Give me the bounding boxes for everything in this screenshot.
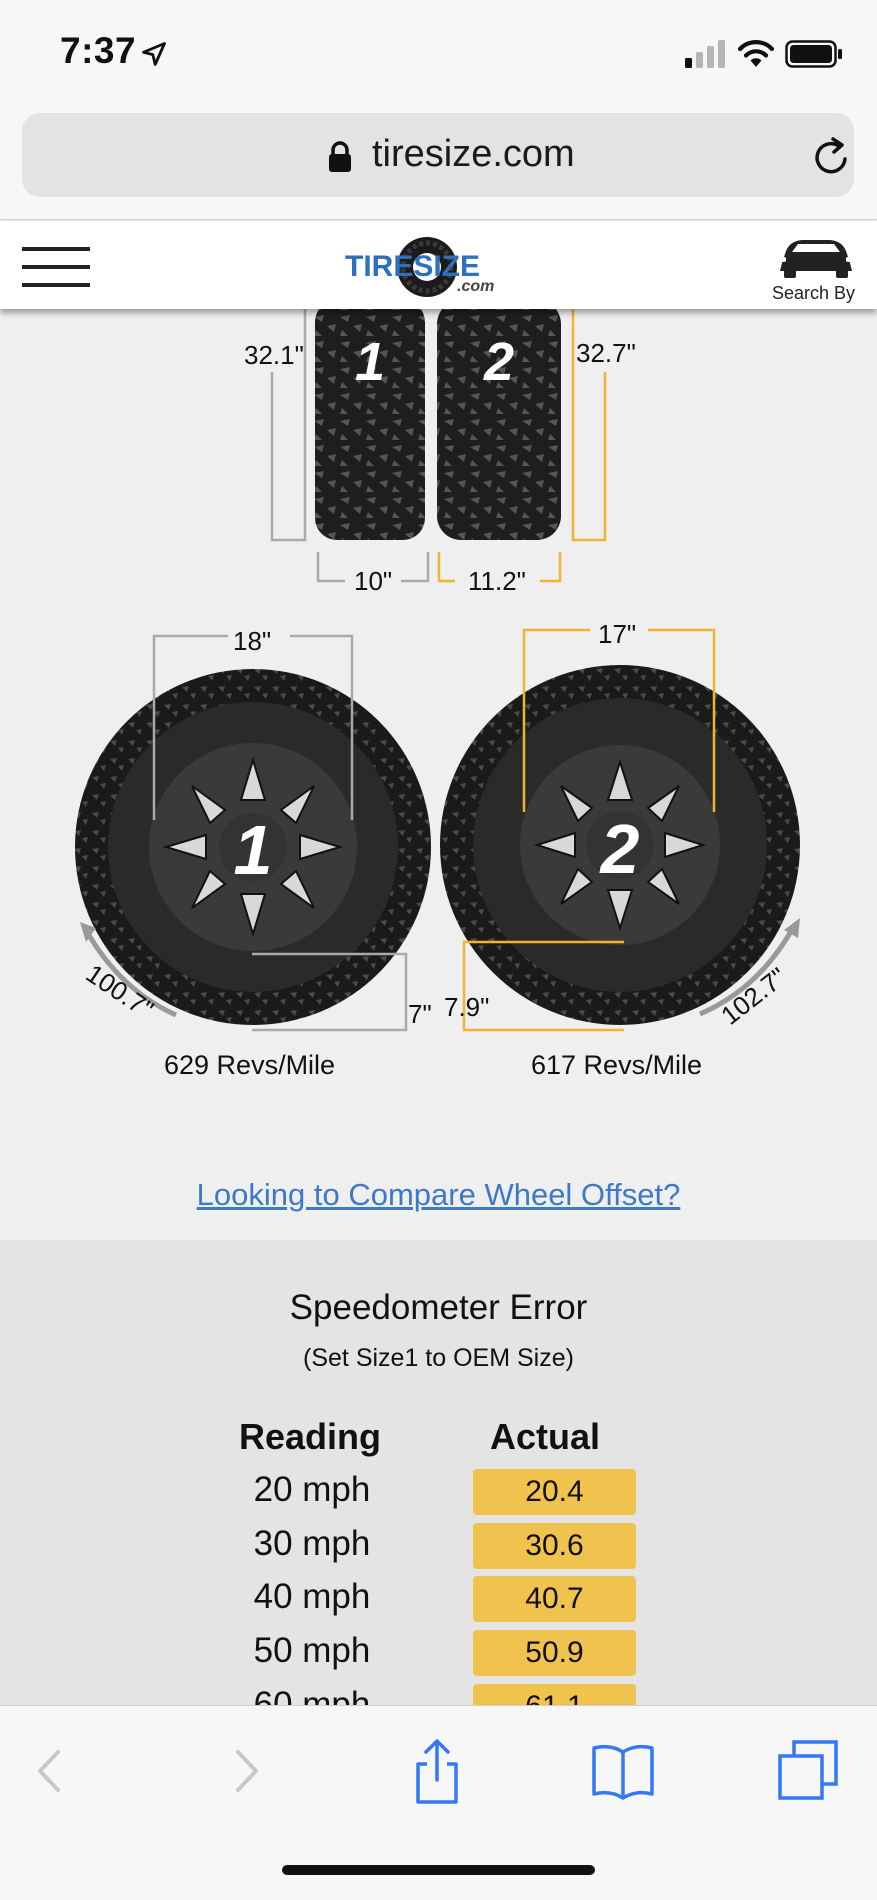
tire1-front-number: 1 [355, 332, 385, 392]
speedometer-subtitle: (Set Size1 to OEM Size) [303, 1344, 574, 1372]
tire2-diameter-bracket [571, 300, 607, 542]
menu-bar-line [22, 247, 90, 251]
address-bar[interactable]: tiresize.com [22, 113, 854, 197]
browser-address-bar-area: tiresize.com [0, 105, 877, 220]
tire2-side-number: 2 [599, 810, 640, 888]
car-icon[interactable] [776, 233, 856, 279]
tire-comparison-graphic: 1 2 32.1" 32.7" 10" 11.2" 1 2 18" 17" 7"… [75, 300, 800, 1032]
cellular-signal-icon [685, 40, 725, 68]
battery-icon [785, 40, 842, 68]
home-indicator[interactable] [282, 1865, 595, 1875]
tire1-sidewall-label: 7" [408, 999, 432, 1029]
chevron-left-icon[interactable] [18, 1738, 84, 1804]
reading-cell: 40 mph [253, 1577, 371, 1616]
actual-cell: 50.9 [473, 1630, 636, 1676]
tire2-revs-per-mile: 617 Revs/Mile [531, 1050, 703, 1080]
actual-column-header: Actual [490, 1416, 601, 1457]
tire1-rim-label: 18" [233, 626, 271, 656]
tire2-rim-label: 17" [598, 619, 636, 649]
speedometer-error-section: Speedometer Error (Set Size1 to OEM Size… [0, 1240, 877, 1730]
reading-cell: 30 mph [253, 1524, 371, 1563]
reading-column-header: Reading [239, 1416, 382, 1457]
wifi-icon [737, 40, 775, 67]
menu-bar-line [22, 283, 90, 287]
tire1-diameter-label: 32.1" [244, 340, 304, 370]
tire2-front-number: 2 [483, 332, 514, 392]
tire2-diameter-label: 32.7" [576, 338, 636, 368]
menu-bar-line [22, 265, 90, 269]
url-text: tiresize.com [372, 133, 575, 175]
speedometer-title: Speedometer Error [289, 1288, 588, 1327]
menu-button[interactable] [22, 247, 92, 287]
logo-text-sub: .com [457, 278, 494, 295]
site-header: TIRESIZE .com Search By [0, 221, 877, 309]
reload-icon[interactable] [812, 137, 852, 177]
tiresize-logo[interactable]: TIRESIZE .com [345, 231, 535, 301]
lock-icon [329, 141, 351, 172]
tire2-width-label: 11.2" [468, 566, 526, 596]
search-by-label[interactable]: Search By [772, 283, 855, 304]
tire1-side-number: 1 [234, 811, 273, 889]
actual-cell: 40.7 [473, 1576, 636, 1622]
chevron-right-icon[interactable] [212, 1738, 278, 1804]
tire1-width-label: 10" [354, 566, 392, 596]
reading-cell: 50 mph [253, 1631, 371, 1670]
actual-cell: 30.6 [473, 1523, 636, 1569]
actual-cell: 20.4 [473, 1469, 636, 1515]
compare-wheel-offset-link[interactable]: Looking to Compare Wheel Offset? [0, 1177, 877, 1213]
book-icon[interactable] [590, 1738, 656, 1804]
share-icon[interactable] [404, 1738, 470, 1804]
tire1-diameter-bracket [270, 300, 307, 542]
tire1-revs-per-mile: 629 Revs/Mile [164, 1050, 336, 1080]
tabs-icon[interactable] [776, 1738, 842, 1804]
status-bar: 7:37 [0, 0, 877, 105]
reading-cell: 20 mph [253, 1470, 371, 1509]
tire2-sidewall-label: 7.9" [444, 992, 489, 1022]
status-time: 7:37 [60, 30, 137, 71]
location-arrow-icon [142, 42, 166, 66]
